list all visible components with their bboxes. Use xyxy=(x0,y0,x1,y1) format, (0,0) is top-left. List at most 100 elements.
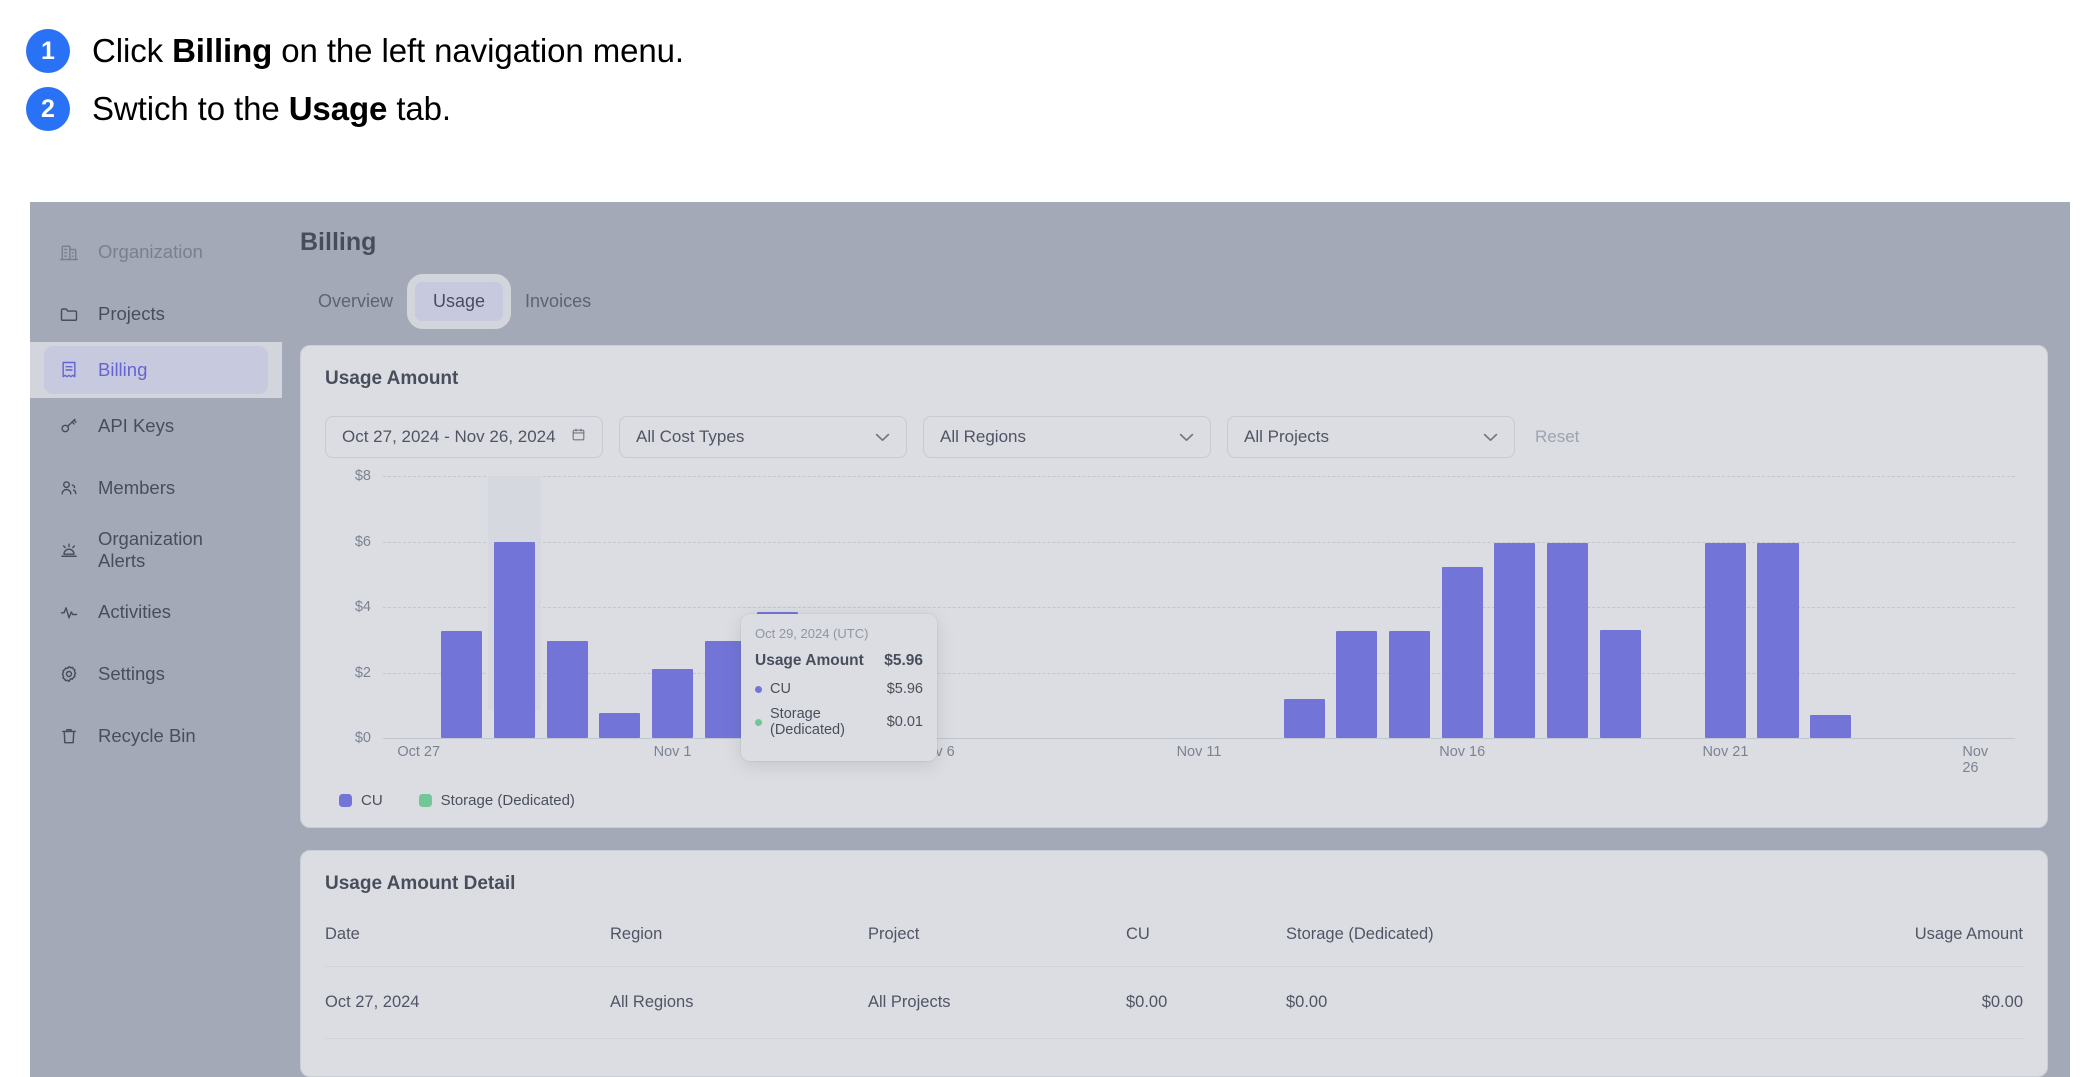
cell-region: All Regions xyxy=(610,967,868,1039)
legend-item-cu[interactable]: CU xyxy=(339,792,383,809)
chart-bar[interactable] xyxy=(652,669,693,738)
sidebar-item-members[interactable]: Members xyxy=(44,464,268,512)
chart-bar[interactable] xyxy=(1705,543,1746,738)
chart-bar[interactable] xyxy=(547,641,588,738)
sidebar-item-recycle-bin[interactable]: Recycle Bin xyxy=(44,712,268,760)
chart-bar[interactable] xyxy=(441,631,482,738)
legend-item-storage[interactable]: Storage (Dedicated) xyxy=(419,792,575,809)
tab-overview[interactable]: Overview xyxy=(300,282,411,321)
chart-bar-slot[interactable] xyxy=(1436,476,1489,738)
chart-bar-slot[interactable] xyxy=(1910,476,1963,738)
chart-bar-slot[interactable] xyxy=(646,476,699,738)
step-text-emphasis: Usage xyxy=(289,90,388,127)
chart-bar[interactable] xyxy=(1600,630,1641,738)
date-range-picker[interactable]: Oct 27, 2024 - Nov 26, 2024 xyxy=(325,416,603,458)
chart-legend: CU Storage (Dedicated) xyxy=(325,792,2023,809)
activity-icon xyxy=(58,601,80,623)
tooltip-series-row-storage: Storage (Dedicated) $0.01 xyxy=(755,706,923,738)
chart-bar[interactable] xyxy=(1494,543,1535,738)
chart-bar-slot[interactable] xyxy=(1752,476,1805,738)
chart-bar-slot[interactable] xyxy=(1857,476,1910,738)
chart-bar-slot[interactable] xyxy=(1278,476,1331,738)
tab-invoices[interactable]: Invoices xyxy=(507,282,609,321)
chart-bar-slot[interactable] xyxy=(541,476,594,738)
trash-icon xyxy=(58,725,80,747)
detail-title: Usage Amount Detail xyxy=(325,873,2023,895)
reset-filters-button[interactable]: Reset xyxy=(1531,427,1579,447)
tooltip-series-label: CU xyxy=(770,681,791,697)
x-axis-tick-label: Nov 21 xyxy=(1702,744,1748,760)
table-header-row: Date Region Project CU Storage (Dedicate… xyxy=(325,925,2023,967)
chart-bar-slot[interactable] xyxy=(1067,476,1120,738)
sidebar-item-settings[interactable]: Settings xyxy=(44,650,268,698)
chart-bar-slot[interactable] xyxy=(594,476,647,738)
region-select[interactable]: All Regions xyxy=(923,416,1211,458)
sidebar: Organization Projects Billing xyxy=(30,202,282,1077)
chart-bar-slot[interactable] xyxy=(1804,476,1857,738)
y-axis-tick-label: $0 xyxy=(325,730,371,746)
chart-bar-slot[interactable] xyxy=(488,476,541,738)
chart-bar[interactable] xyxy=(494,542,535,738)
sidebar-item-billing[interactable]: Billing xyxy=(44,346,268,394)
filter-bar: Oct 27, 2024 - Nov 26, 2024 All Cost Typ… xyxy=(325,416,2023,458)
main-content: Billing Overview Usage Invoices Usage Am… xyxy=(282,202,2070,1077)
chevron-down-icon xyxy=(875,431,890,444)
chart-bar[interactable] xyxy=(1810,715,1851,738)
chart-bar-slot[interactable] xyxy=(1120,476,1173,738)
sidebar-item-activities[interactable]: Activities xyxy=(44,588,268,636)
chart-bar-slot[interactable] xyxy=(1015,476,1068,738)
chart-bar[interactable] xyxy=(599,713,640,738)
chart-bar-slot[interactable] xyxy=(1488,476,1541,738)
chart-bar-slot[interactable] xyxy=(1383,476,1436,738)
tab-usage[interactable]: Usage xyxy=(415,282,503,321)
chart-bar-slot[interactable] xyxy=(1225,476,1278,738)
alarm-icon xyxy=(58,539,80,561)
chart-x-axis: Oct 27Nov 1Nov 6Nov 11Nov 16Nov 21Nov 26 xyxy=(383,740,2015,766)
tooltip-series-label: Storage (Dedicated) xyxy=(770,706,887,738)
instruction-step-2: 2 Swtich to the Usage tab. xyxy=(26,80,2100,138)
chart-bar[interactable] xyxy=(1547,543,1588,738)
usage-amount-detail-card: Usage Amount Detail Date Region Project … xyxy=(300,850,2048,1077)
sidebar-item-organization[interactable]: Organization xyxy=(44,228,268,276)
column-header-region: Region xyxy=(610,925,868,967)
chart-bar[interactable] xyxy=(1336,631,1377,738)
sidebar-item-api-keys[interactable]: API Keys xyxy=(44,402,268,450)
chart-bar-slot[interactable] xyxy=(1962,476,2015,738)
chart-bar[interactable] xyxy=(1284,699,1325,738)
chart-bar-slot[interactable] xyxy=(383,476,436,738)
chart-bar-slot[interactable] xyxy=(1331,476,1384,738)
y-axis-tick-label: $2 xyxy=(325,665,371,681)
chart-bar-slot[interactable] xyxy=(436,476,489,738)
chart-bar-slot[interactable] xyxy=(1173,476,1226,738)
sidebar-item-label: Projects xyxy=(98,303,165,325)
y-axis-tick-label: $4 xyxy=(325,599,371,615)
chart-bar-slot[interactable] xyxy=(1699,476,1752,738)
chart-bar-slot[interactable] xyxy=(1594,476,1647,738)
project-value: All Projects xyxy=(1244,427,1329,447)
app-window: Organization Projects Billing xyxy=(30,202,2070,1077)
chart-bar-slot[interactable] xyxy=(1646,476,1699,738)
chart-bar-slot[interactable] xyxy=(962,476,1015,738)
chart-bar[interactable] xyxy=(1757,543,1798,738)
sidebar-item-organization-alerts[interactable]: Organization Alerts xyxy=(44,526,268,574)
users-icon xyxy=(58,477,80,499)
step-text-emphasis: Billing xyxy=(172,32,272,69)
sidebar-item-projects[interactable]: Projects xyxy=(44,290,268,338)
step-text-prefix: Swtich to the xyxy=(92,90,289,127)
step-text: Click Billing on the left navigation men… xyxy=(92,32,684,70)
project-select[interactable]: All Projects xyxy=(1227,416,1515,458)
sidebar-item-label: Settings xyxy=(98,663,165,685)
chart-bar[interactable] xyxy=(1442,567,1483,738)
region-value: All Regions xyxy=(940,427,1026,447)
usage-detail-table: Date Region Project CU Storage (Dedicate… xyxy=(325,925,2023,1039)
gear-icon xyxy=(58,663,80,685)
calendar-icon xyxy=(571,427,586,447)
table-row[interactable]: Oct 27, 2024 All Regions All Projects $0… xyxy=(325,967,2023,1039)
chart-bar[interactable] xyxy=(1389,631,1430,738)
chart-bar[interactable] xyxy=(705,641,746,738)
sidebar-item-label: Organization xyxy=(98,241,203,263)
chart-bar-slot[interactable] xyxy=(1541,476,1594,738)
cost-type-select[interactable]: All Cost Types xyxy=(619,416,907,458)
table-body: Oct 27, 2024 All Regions All Projects $0… xyxy=(325,967,2023,1039)
cell-usage-amount: $0.00 xyxy=(1586,967,2023,1039)
